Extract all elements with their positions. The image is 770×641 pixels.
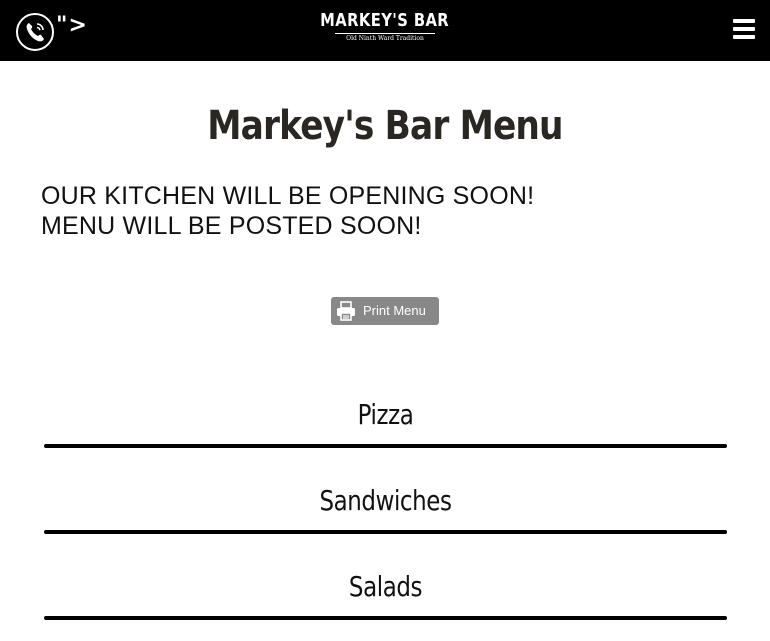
hamburger-bar: [733, 35, 755, 39]
hamburger-bar: [733, 19, 755, 23]
page-title: Markey's Bar Menu: [207, 103, 563, 149]
menu-section-pizza[interactable]: Pizza: [44, 395, 727, 448]
phone-icon: [26, 23, 44, 42]
notice-line: MENU WILL BE POSTED SOON!: [41, 212, 422, 240]
stray-markup-text: ">: [56, 13, 88, 38]
hamburger-bar: [733, 27, 755, 31]
section-divider: [44, 444, 727, 448]
phone-call-button[interactable]: [16, 13, 54, 51]
logo-name: MARKEY'S BAR: [320, 10, 450, 31]
menu-section-sandwiches[interactable]: Sandwiches: [44, 481, 727, 534]
section-title: Salads: [348, 570, 423, 603]
section-title: Sandwiches: [319, 484, 452, 517]
print-menu-button[interactable]: Print Menu: [331, 297, 439, 325]
section-divider: [44, 616, 727, 620]
logo-divider: [335, 33, 435, 34]
section-title: Pizza: [357, 398, 414, 431]
notice-line: OUR KITCHEN WILL BE OPENING SOON!: [41, 182, 535, 210]
site-header: "> MARKEY'S BAR Old Ninth Ward Tradition: [0, 0, 770, 61]
section-divider: [44, 530, 727, 534]
kitchen-notice: OUR KITCHEN WILL BE OPENING SOON! MENU W…: [41, 181, 741, 241]
menu-section-salads[interactable]: Salads: [44, 567, 727, 620]
logo-tagline: Old Ninth Ward Tradition: [346, 35, 424, 42]
printer-icon: [337, 301, 355, 321]
hamburger-menu-icon[interactable]: [733, 19, 755, 39]
site-logo[interactable]: MARKEY'S BAR Old Ninth Ward Tradition: [321, 10, 450, 48]
print-menu-label: Print Menu: [363, 303, 426, 318]
